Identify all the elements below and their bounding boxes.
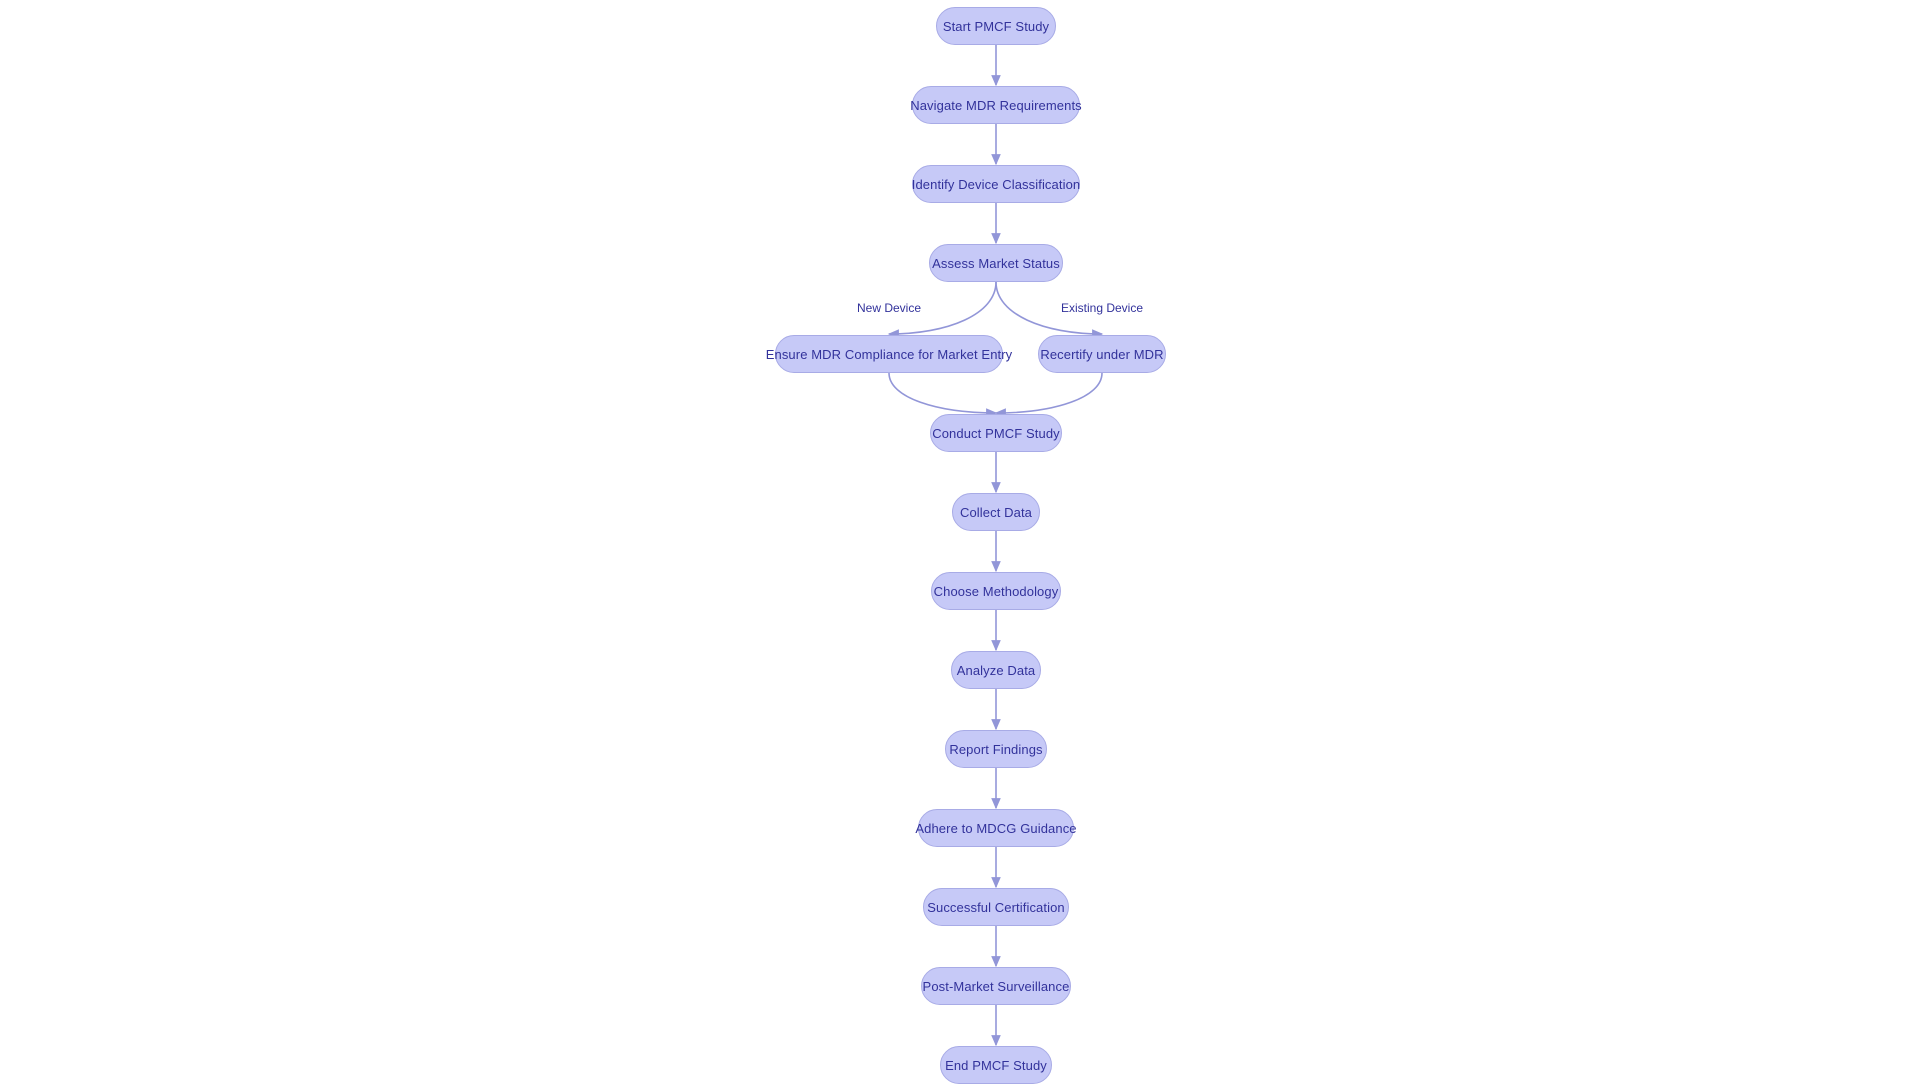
flowchart-node-assess[interactable]: Assess Market Status	[929, 244, 1063, 282]
flowchart-node-report[interactable]: Report Findings	[945, 730, 1047, 768]
flowchart-node-analyze[interactable]: Analyze Data	[951, 651, 1041, 689]
flowchart-node-identify[interactable]: Identify Device Classification	[912, 165, 1080, 203]
flowchart-node-methodology[interactable]: Choose Methodology	[931, 572, 1061, 610]
flowchart-node-navigate[interactable]: Navigate MDR Requirements	[910, 86, 1082, 124]
flowchart-node-start[interactable]: Start PMCF Study	[936, 7, 1056, 45]
flowchart-canvas: Start PMCF Study Navigate MDR Requirement…	[0, 0, 1920, 1084]
flowchart-node-adhere[interactable]: Adhere to MDCG Guidance	[915, 809, 1077, 847]
flowchart-node-surveillance[interactable]: Post-Market Surveillance	[921, 967, 1071, 1005]
flowchart-node-end[interactable]: End PMCF Study	[940, 1046, 1052, 1084]
edge-label-assess-to-ensure: New Device	[856, 301, 922, 315]
flowchart-node-ensure[interactable]: Ensure MDR Compliance for Market Entry	[766, 335, 1012, 373]
flowchart-node-conduct[interactable]: Conduct PMCF Study	[930, 414, 1062, 452]
flowchart-node-recertify[interactable]: Recertify under MDR	[1038, 335, 1166, 373]
edge-label-assess-to-recertify: Existing Device	[1060, 301, 1144, 315]
edge-ensure-to-conduct	[888, 372, 998, 418]
flowchart-node-collect[interactable]: Collect Data	[952, 493, 1040, 531]
flowchart-node-certification[interactable]: Successful Certification	[923, 888, 1069, 926]
edge-recertify-to-conduct	[994, 372, 1103, 418]
